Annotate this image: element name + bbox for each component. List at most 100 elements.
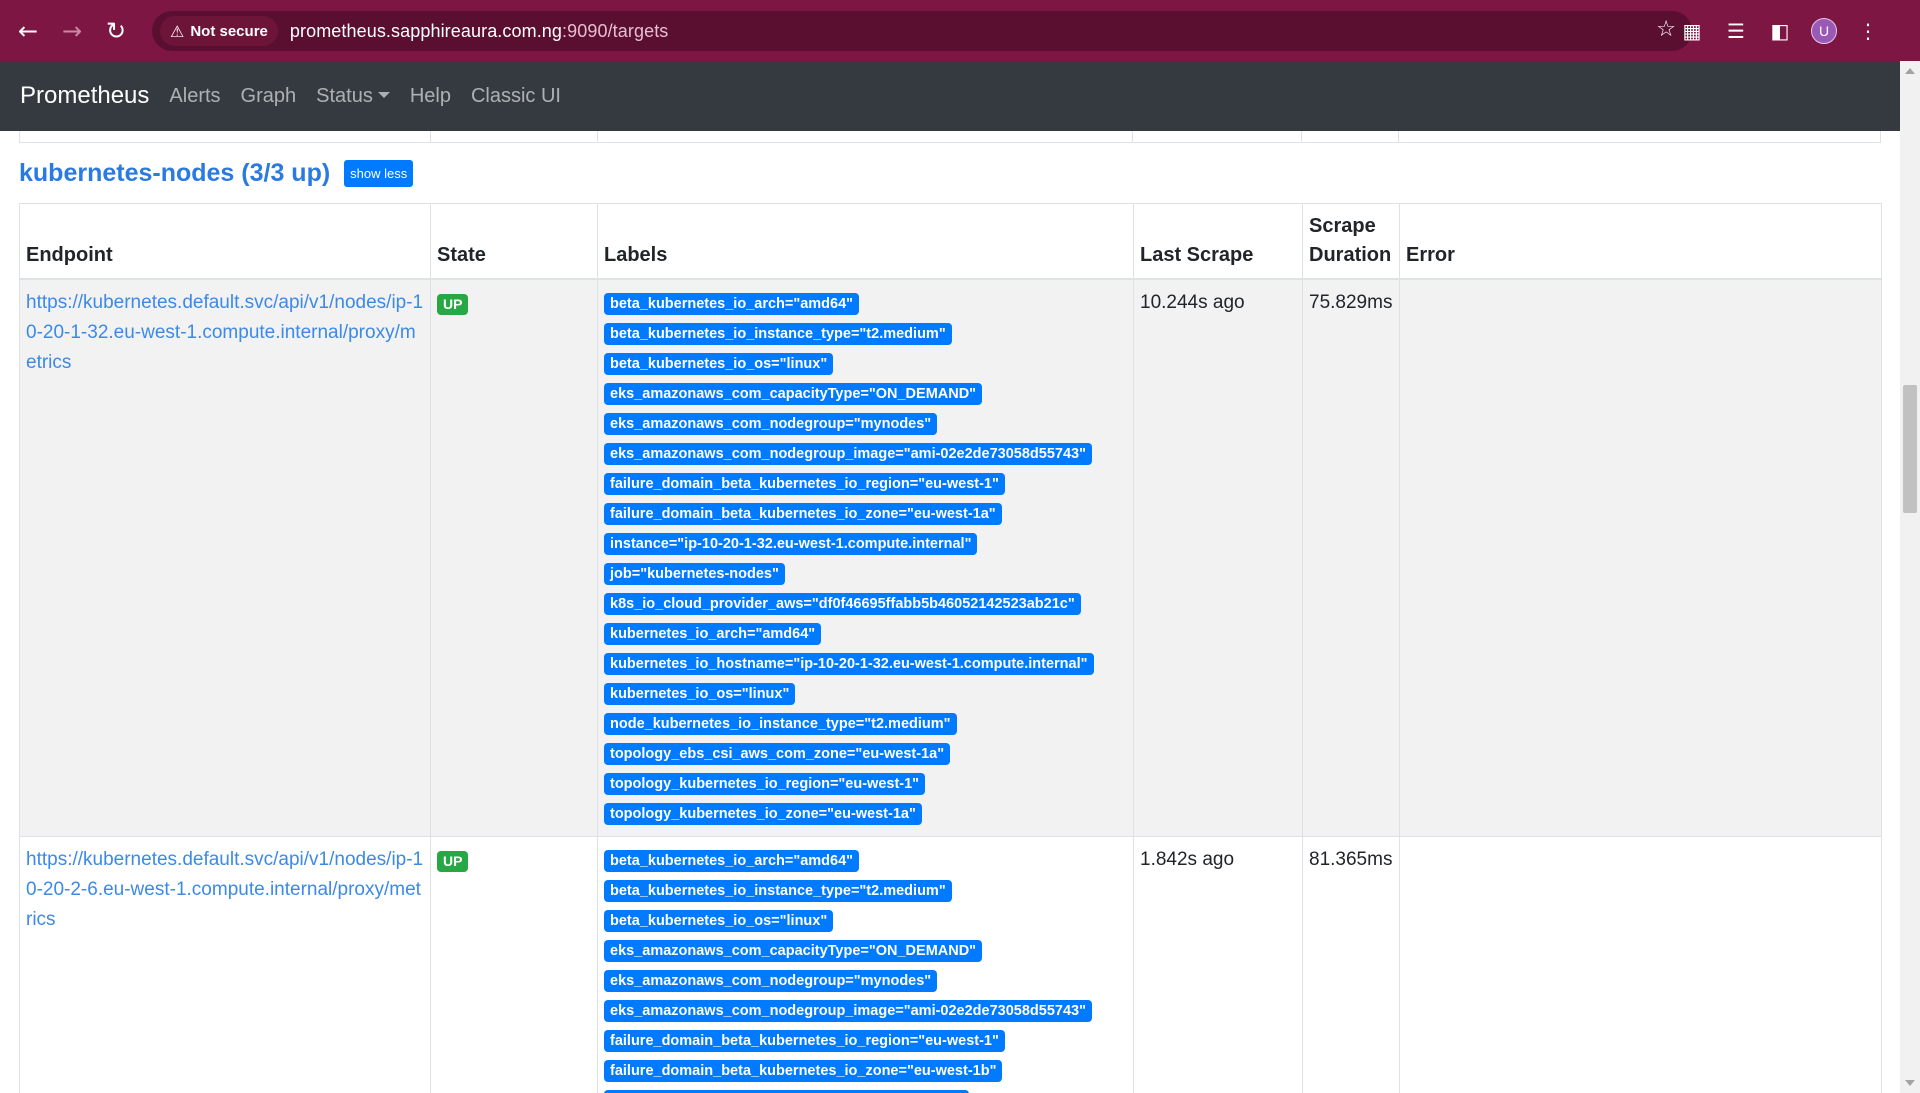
security-label: Not secure [190,22,268,40]
header-state: State [430,203,598,280]
last-scrape-cell: 10.244s ago [1133,278,1303,837]
label-row: k8s_io_cloud_provider_aws="df0f46695ffab… [604,588,1127,618]
last-scrape-cell: 1.842s ago [1133,836,1303,1093]
url-text[interactable]: prometheus.sapphireaura.com.ng:9090/targ… [290,21,669,42]
label-chip: eks_amazonaws_com_capacityType="ON_DEMAN… [604,940,983,962]
column-divider [1398,131,1399,143]
label-row: failure_domain_beta_kubernetes_io_zone="… [604,498,1127,528]
label-chip: k8s_io_cloud_provider_aws="df0f46695ffab… [604,593,1081,615]
label-chip: instance="ip-10-20-1-32.eu-west-1.comput… [604,533,978,555]
header-error: Error [1399,203,1882,280]
label-chip: kubernetes_io_arch="amd64" [604,623,822,645]
scrape-duration-cell: 75.829ms [1302,278,1400,837]
previous-table-bottom [19,131,1881,143]
label-chip: beta_kubernetes_io_instance_type="t2.med… [604,323,952,345]
brand-logo[interactable]: Prometheus [20,82,149,110]
label-chip: topology_kubernetes_io_region="eu-west-1… [604,773,926,795]
label-chip: failure_domain_beta_kubernetes_io_region… [604,473,1005,495]
labels-cell: beta_kubernetes_io_arch="amd64" beta_kube… [597,278,1134,837]
scrollbar-thumb[interactable] [1903,385,1917,513]
media-queue-icon[interactable]: ☰ [1714,19,1758,43]
column-divider [1132,131,1133,143]
label-chip: eks_amazonaws_com_nodegroup="mynodes" [604,413,938,435]
label-row: kubernetes_io_hostname="ip-10-20-1-32.eu… [604,648,1127,678]
label-row: beta_kubernetes_io_arch="amd64" [604,845,1127,875]
reload-icon[interactable]: ↻ [94,9,138,53]
header-labels: Labels [597,203,1134,280]
label-row: topology_kubernetes_io_zone="eu-west-1a" [604,798,1127,828]
nav-graph[interactable]: Graph [241,85,297,108]
nav-status-label: Status [316,84,373,107]
side-panel-icon[interactable]: ◧ [1758,19,1802,43]
endpoint-cell: https://kubernetes.default.svc/api/v1/no… [19,836,431,1093]
browser-toolbar: ← → ↻ ⚠ Not secure prometheus.sapphireau… [0,0,1920,61]
label-row: eks_amazonaws_com_capacityType="ON_DEMAN… [604,378,1127,408]
scroll-up-arrow-icon[interactable] [1905,68,1915,74]
error-cell [1399,278,1882,837]
endpoint-link[interactable]: https://kubernetes.default.svc/api/v1/no… [26,849,423,930]
table-row: https://kubernetes.default.svc/api/v1/no… [19,836,1882,1093]
job-header: kubernetes-nodes (3/3 up) show less [19,159,414,188]
url-host: prometheus.sapphireaura.com.ng [289,20,563,41]
status-badge: UP [437,851,469,872]
labels-cell: beta_kubernetes_io_arch="amd64" beta_kube… [597,836,1134,1093]
back-arrow-icon[interactable]: ← [6,9,50,53]
label-chip: failure_domain_beta_kubernetes_io_zone="… [604,503,1002,525]
label-chip: failure_domain_beta_kubernetes_io_zone="… [604,1060,1003,1082]
error-cell [1399,836,1882,1093]
label-chip: topology_ebs_csi_aws_com_zone="eu-west-1… [604,743,951,765]
label-row: eks_amazonaws_com_nodegroup_image="ami-0… [604,438,1127,468]
label-row: eks_amazonaws_com_nodegroup_image="ami-0… [604,995,1127,1025]
nav-alerts[interactable]: Alerts [169,85,220,108]
label-row: beta_kubernetes_io_os="linux" [604,905,1127,935]
label-chip: kubernetes_io_os="linux" [604,683,796,705]
job-title[interactable]: kubernetes-nodes (3/3 up) [19,159,330,188]
label-row: instance="ip-10-20-1-32.eu-west-1.comput… [604,528,1127,558]
extensions-icon[interactable]: ▦ [1670,19,1714,43]
label-row: topology_ebs_csi_aws_com_zone="eu-west-1… [604,738,1127,768]
security-indicator[interactable]: ⚠ Not secure [160,16,278,46]
endpoint-link[interactable]: https://kubernetes.default.svc/api/v1/no… [26,292,423,373]
column-divider [597,131,598,143]
menu-kebab-icon[interactable]: ⋮ [1846,19,1890,43]
nav-status-dropdown[interactable]: Status [316,85,390,108]
label-row: kubernetes_io_arch="amd64" [604,618,1127,648]
scrape-duration-cell: 81.365ms [1302,836,1400,1093]
table-row: https://kubernetes.default.svc/api/v1/no… [19,278,1882,837]
header-scrape-duration: Scrape Duration [1302,203,1400,280]
label-row: topology_kubernetes_io_region="eu-west-1… [604,768,1127,798]
scroll-down-arrow-icon[interactable] [1905,1080,1915,1086]
profile-avatar[interactable]: U [1811,17,1837,44]
state-cell: UP [430,278,598,837]
table-header-row: Endpoint State Labels Last Scrape Scrape… [19,203,1882,280]
label-chip: beta_kubernetes_io_instance_type="t2.med… [604,880,952,902]
page-scrollbar[interactable] [1900,61,1920,1093]
label-chip: eks_amazonaws_com_capacityType="ON_DEMAN… [604,383,983,405]
header-last-scrape: Last Scrape [1133,203,1303,280]
label-row: failure_domain_beta_kubernetes_io_region… [604,468,1127,498]
app-navbar: Prometheus Alerts Graph Status Help Clas… [0,61,1900,131]
url-path: :9090/targets [562,20,669,41]
address-bar[interactable]: ⚠ Not secure prometheus.sapphireaura.com… [152,11,1692,51]
header-endpoint: Endpoint [19,203,431,280]
label-chip: eks_amazonaws_com_nodegroup_image="ami-0… [604,1000,1092,1022]
show-less-button[interactable]: show less [344,160,414,187]
forward-arrow-icon[interactable]: → [50,9,94,53]
label-chip: failure_domain_beta_kubernetes_io_region… [604,1030,1005,1052]
label-chip: beta_kubernetes_io_os="linux" [604,910,834,932]
nav-classic-ui[interactable]: Classic UI [471,85,561,108]
label-row: beta_kubernetes_io_instance_type="t2.med… [604,318,1127,348]
warning-icon: ⚠ [170,21,185,41]
label-row: beta_kubernetes_io_os="linux" [604,348,1127,378]
label-chip: node_kubernetes_io_instance_type="t2.med… [604,713,957,735]
nav-help[interactable]: Help [410,85,451,108]
label-row: failure_domain_beta_kubernetes_io_zone="… [604,1055,1127,1085]
label-chip: kubernetes_io_hostname="ip-10-20-1-32.eu… [604,653,1094,675]
column-divider [430,131,431,143]
label-chip: beta_kubernetes_io_arch="amd64" [604,850,860,872]
status-badge: UP [437,294,469,315]
label-chip: beta_kubernetes_io_os="linux" [604,353,834,375]
targets-table: Endpoint State Labels Last Scrape Scrape… [19,203,1882,1093]
label-row: beta_kubernetes_io_arch="amd64" [604,288,1127,318]
label-row: failure_domain_beta_kubernetes_io_region… [604,1025,1127,1055]
